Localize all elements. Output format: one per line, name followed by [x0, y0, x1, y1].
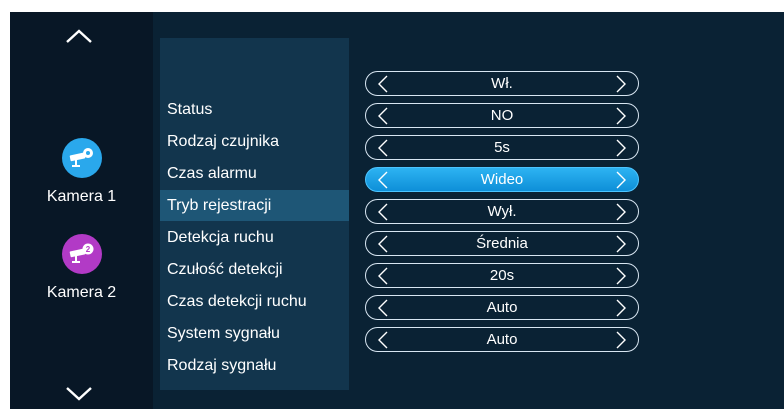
camera-sidebar: Kamera 1 2 Kamera 2: [10, 12, 153, 409]
chevron-left-icon[interactable]: [372, 104, 394, 127]
chevron-right-icon[interactable]: [610, 296, 632, 319]
signal-type-value: Auto: [486, 331, 518, 348]
camera-1-icon: [61, 138, 102, 178]
sensor-type-value: NO: [490, 107, 514, 124]
chevron-left-icon[interactable]: [372, 72, 394, 95]
chevron-right-icon[interactable]: [610, 264, 632, 287]
alarm-time-value: 5s: [494, 139, 510, 156]
status-value: Wł.: [491, 75, 513, 92]
chevron-right-icon[interactable]: [610, 72, 632, 95]
signal-system-value: Auto: [486, 299, 518, 316]
chevron-right-icon[interactable]: [610, 200, 632, 223]
setting-label-signal-system[interactable]: System sygnału: [160, 318, 349, 349]
chevron-right-icon[interactable]: [610, 232, 632, 255]
recording-mode-selector[interactable]: Wideo: [365, 167, 639, 192]
chevron-left-icon[interactable]: [372, 264, 394, 287]
sensor-type-selector[interactable]: NO: [365, 103, 639, 128]
chevron-left-icon[interactable]: [372, 200, 394, 223]
camera-2-icon: 2: [61, 234, 102, 274]
camera-1-label: Kamera 1: [46, 188, 117, 205]
settings-label-panel: Status Rodzaj czujnika Czas alarmu Tryb …: [160, 38, 349, 390]
settings-panel: Status Rodzaj czujnika Czas alarmu Tryb …: [153, 12, 784, 409]
alarm-time-selector[interactable]: 5s: [365, 135, 639, 160]
chevron-left-icon[interactable]: [372, 232, 394, 255]
setting-label-alarm-time[interactable]: Czas alarmu: [160, 158, 349, 189]
chevron-left-icon[interactable]: [372, 328, 394, 351]
chevron-right-icon[interactable]: [610, 136, 632, 159]
signal-system-selector[interactable]: Auto: [365, 295, 639, 320]
detection-sensitivity-selector[interactable]: Średnia: [365, 231, 639, 256]
motion-detection-value: Wył.: [487, 203, 517, 220]
motion-detection-selector[interactable]: Wył.: [365, 199, 639, 224]
chevron-right-icon[interactable]: [610, 104, 632, 127]
screen: Kamera 1 2 Kamera 2 Status Rodzaj czujni…: [10, 12, 784, 409]
setting-label-recording-mode[interactable]: Tryb rejestracji: [160, 190, 349, 221]
signal-type-selector[interactable]: Auto: [365, 327, 639, 352]
setting-label-motion-detection-time[interactable]: Czas detekcji ruchu: [160, 286, 349, 317]
camera-2-label: Kamera 2: [46, 284, 117, 301]
motion-detection-time-selector[interactable]: 20s: [365, 263, 639, 288]
chevron-right-icon[interactable]: [610, 168, 632, 191]
svg-text:2: 2: [85, 245, 90, 254]
chevron-right-icon[interactable]: [610, 328, 632, 351]
setting-label-motion-detection[interactable]: Detekcja ruchu: [160, 222, 349, 253]
scroll-up-chevron-icon[interactable]: [64, 26, 94, 46]
detection-sensitivity-value: Średnia: [476, 235, 528, 252]
motion-detection-time-value: 20s: [489, 267, 515, 284]
chevron-left-icon[interactable]: [372, 168, 394, 191]
recording-mode-value: Wideo: [480, 171, 524, 188]
setting-label-signal-type[interactable]: Rodzaj sygnału: [160, 350, 349, 381]
scroll-down-chevron-icon[interactable]: [64, 384, 94, 404]
chevron-left-icon[interactable]: [372, 136, 394, 159]
setting-label-status[interactable]: Status: [160, 94, 349, 125]
setting-label-detection-sensitivity[interactable]: Czułość detekcji: [160, 254, 349, 285]
status-selector[interactable]: Wł.: [365, 71, 639, 96]
setting-label-sensor-type[interactable]: Rodzaj czujnika: [160, 126, 349, 157]
camera-1-item[interactable]: Kamera 1: [10, 138, 153, 206]
chevron-left-icon[interactable]: [372, 296, 394, 319]
camera-2-item[interactable]: 2 Kamera 2: [10, 234, 153, 302]
